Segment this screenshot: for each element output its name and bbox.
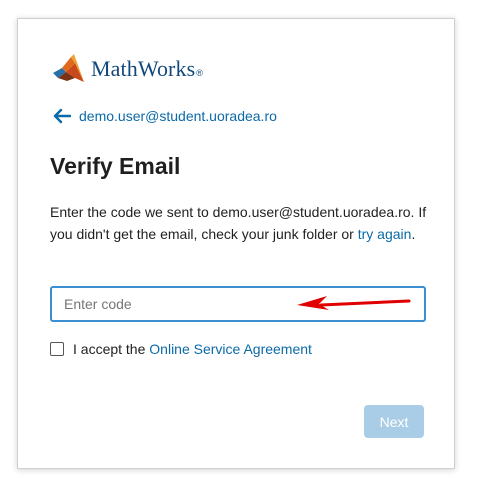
brand-name: MathWorks bbox=[91, 56, 196, 81]
verification-code-input[interactable] bbox=[50, 286, 426, 322]
try-again-link[interactable]: try again bbox=[358, 226, 412, 242]
agreement-prefix: I accept the bbox=[73, 341, 146, 357]
agreement-row: I accept the Online Service Agreement bbox=[50, 341, 312, 357]
next-button[interactable]: Next bbox=[364, 405, 424, 438]
accept-agreement-checkbox[interactable] bbox=[50, 342, 64, 356]
page-title: Verify Email bbox=[50, 153, 181, 179]
online-service-agreement-link[interactable]: Online Service Agreement bbox=[149, 341, 312, 357]
registered-mark: ® bbox=[196, 68, 203, 78]
matlab-membrane-logo-icon bbox=[53, 54, 84, 82]
sign-in-card: MathWorks ® demo.user@student.uoradea.ro … bbox=[17, 18, 455, 469]
account-email[interactable]: demo.user@student.uoradea.ro bbox=[79, 108, 277, 124]
mathworks-logo: MathWorks ® bbox=[51, 51, 203, 87]
arrow-left-icon[interactable] bbox=[53, 108, 71, 124]
instructions-text: Enter the code we sent to demo.user@stud… bbox=[50, 201, 430, 245]
back-to-email-link[interactable]: demo.user@student.uoradea.ro bbox=[53, 108, 277, 124]
instructions-end: . bbox=[411, 226, 416, 242]
